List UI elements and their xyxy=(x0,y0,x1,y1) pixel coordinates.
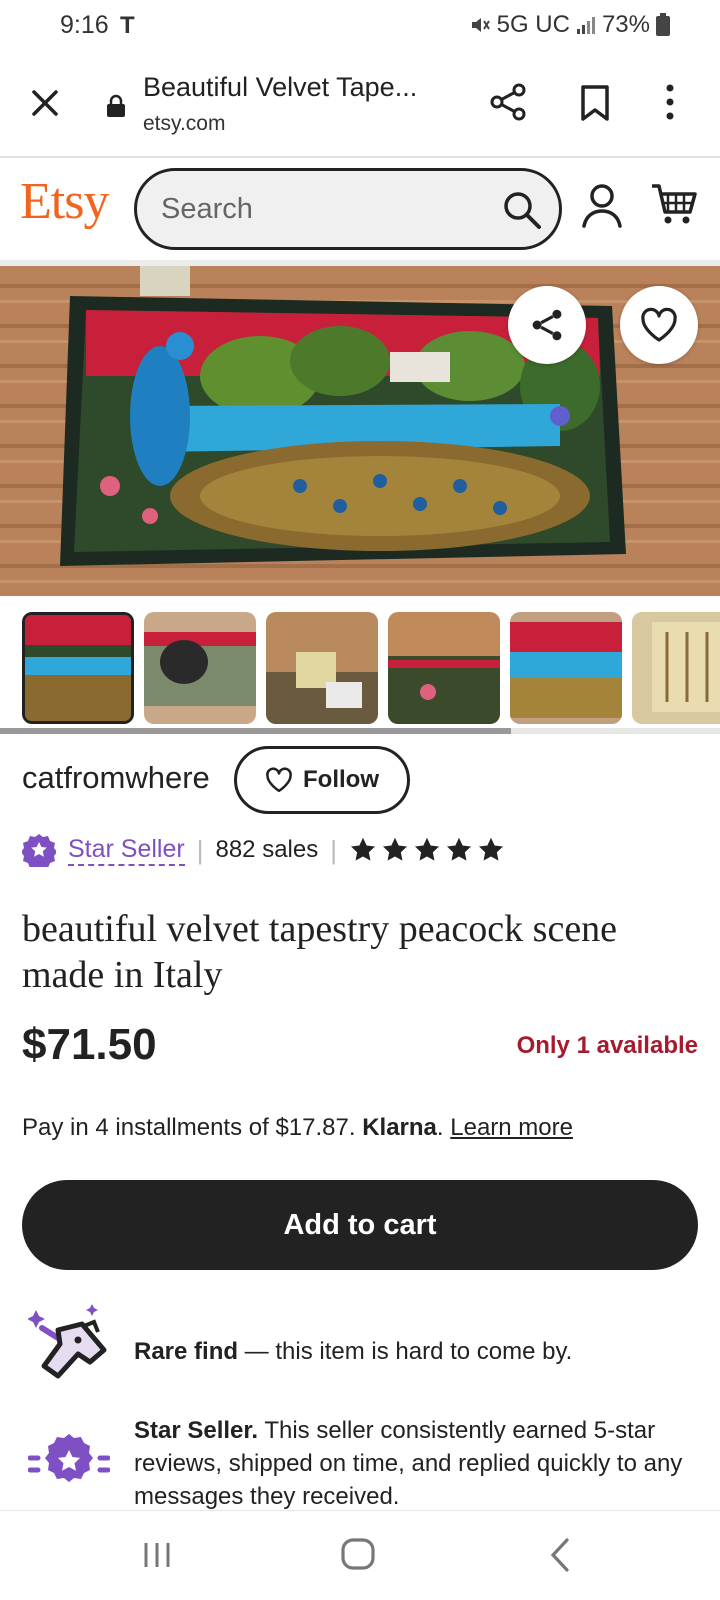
thumbnail[interactable] xyxy=(510,612,622,724)
seller-stats-row: Star Seller | 882 sales | xyxy=(22,830,505,870)
page-domain[interactable]: etsy.com xyxy=(143,112,225,136)
heart-icon xyxy=(641,307,677,342)
thumbnail[interactable] xyxy=(22,612,134,724)
star-seller-link[interactable]: Star Seller xyxy=(68,834,185,866)
follow-button[interactable]: Follow xyxy=(234,746,410,814)
share-icon xyxy=(532,309,562,341)
search-icon[interactable] xyxy=(501,189,543,231)
favorite-button[interactable] xyxy=(620,286,698,364)
learn-more-link[interactable]: Learn more xyxy=(450,1114,573,1141)
mute-icon xyxy=(471,18,490,32)
battery-percent: 73% xyxy=(601,11,650,38)
star-icon xyxy=(414,837,440,861)
star-icon xyxy=(382,837,408,861)
page-title[interactable]: Beautiful Velvet Tape... xyxy=(143,72,417,103)
divider: | xyxy=(330,834,337,865)
cart-icon[interactable] xyxy=(650,182,698,226)
star-seller-icon xyxy=(28,1434,110,1482)
search-input[interactable] xyxy=(161,189,461,229)
star-icon xyxy=(350,837,376,861)
thumbnail[interactable] xyxy=(388,612,500,724)
network-label: 5G UC xyxy=(496,11,570,38)
status-indicators: 5G UC 73% xyxy=(469,11,650,39)
lock-icon xyxy=(107,94,125,117)
etsy-logo[interactable]: Etsy xyxy=(20,172,109,231)
star-seller-badge-icon xyxy=(22,834,56,867)
thumbnail-scrollbar[interactable] xyxy=(0,728,511,734)
klarna-installment-text: Pay in 4 installments of $17.87. xyxy=(22,1114,356,1141)
more-options-icon[interactable] xyxy=(664,82,676,122)
etsy-header: Etsy xyxy=(0,160,720,260)
thumbnail[interactable] xyxy=(266,612,378,724)
divider: | xyxy=(196,834,204,865)
recent-apps-icon[interactable] xyxy=(142,1541,172,1569)
thumbnail[interactable] xyxy=(632,612,720,724)
klarna-installments: Pay in 4 installments of $17.87. Klarna.… xyxy=(22,1114,573,1142)
battery-icon xyxy=(656,13,670,36)
thumbnail-strip[interactable] xyxy=(22,612,720,726)
close-icon[interactable] xyxy=(28,86,62,120)
shop-name[interactable]: catfromwhere xyxy=(22,760,210,796)
thumbnail[interactable] xyxy=(144,612,256,724)
follow-label: Follow xyxy=(303,766,379,793)
star-icon xyxy=(478,837,504,861)
add-to-cart-button[interactable]: Add to cart xyxy=(22,1180,698,1270)
klarna-period: . xyxy=(436,1114,444,1141)
rare-find-description: — this item is hard to come by. xyxy=(238,1338,573,1365)
rating-stars[interactable] xyxy=(349,836,505,864)
star-seller-label: Star Seller. xyxy=(134,1417,259,1444)
browser-toolbar: Beautiful Velvet Tape... etsy.com xyxy=(0,50,720,158)
home-icon[interactable] xyxy=(340,1537,376,1571)
search-bar[interactable] xyxy=(134,168,562,250)
unicorn-icon xyxy=(28,1304,107,1379)
share-icon[interactable] xyxy=(488,82,528,122)
carrier-icon: T xyxy=(120,12,135,39)
rare-find-label: Rare find xyxy=(134,1338,239,1365)
account-icon[interactable] xyxy=(580,182,624,228)
share-listing-button[interactable] xyxy=(508,286,586,364)
tapestry-photo xyxy=(0,266,720,596)
price: $71.50 xyxy=(22,1020,157,1069)
back-icon[interactable] xyxy=(548,1537,572,1573)
star-seller-description: Star Seller. This seller consistently ea… xyxy=(134,1414,704,1510)
sales-count: 882 sales xyxy=(215,836,319,863)
klarna-brand: Klarna xyxy=(362,1114,437,1141)
android-nav-bar xyxy=(0,1510,720,1600)
rare-find-text: Rare find — this item is hard to come by… xyxy=(134,1338,572,1366)
bookmark-icon[interactable] xyxy=(578,84,612,122)
listing-title: beautiful velvet tapestry peacock scene … xyxy=(22,908,618,996)
star-icon xyxy=(446,837,472,861)
signal-icon xyxy=(576,17,595,34)
heart-icon xyxy=(266,767,292,793)
main-product-image[interactable] xyxy=(0,266,720,596)
star-seller-info: Star Seller. This seller consistently ea… xyxy=(134,1414,704,1510)
availability-notice: Only 1 available xyxy=(516,1032,698,1059)
status-time: 9:16 xyxy=(60,11,109,39)
status-bar: 9:16 T 5G UC 73% xyxy=(0,0,720,50)
